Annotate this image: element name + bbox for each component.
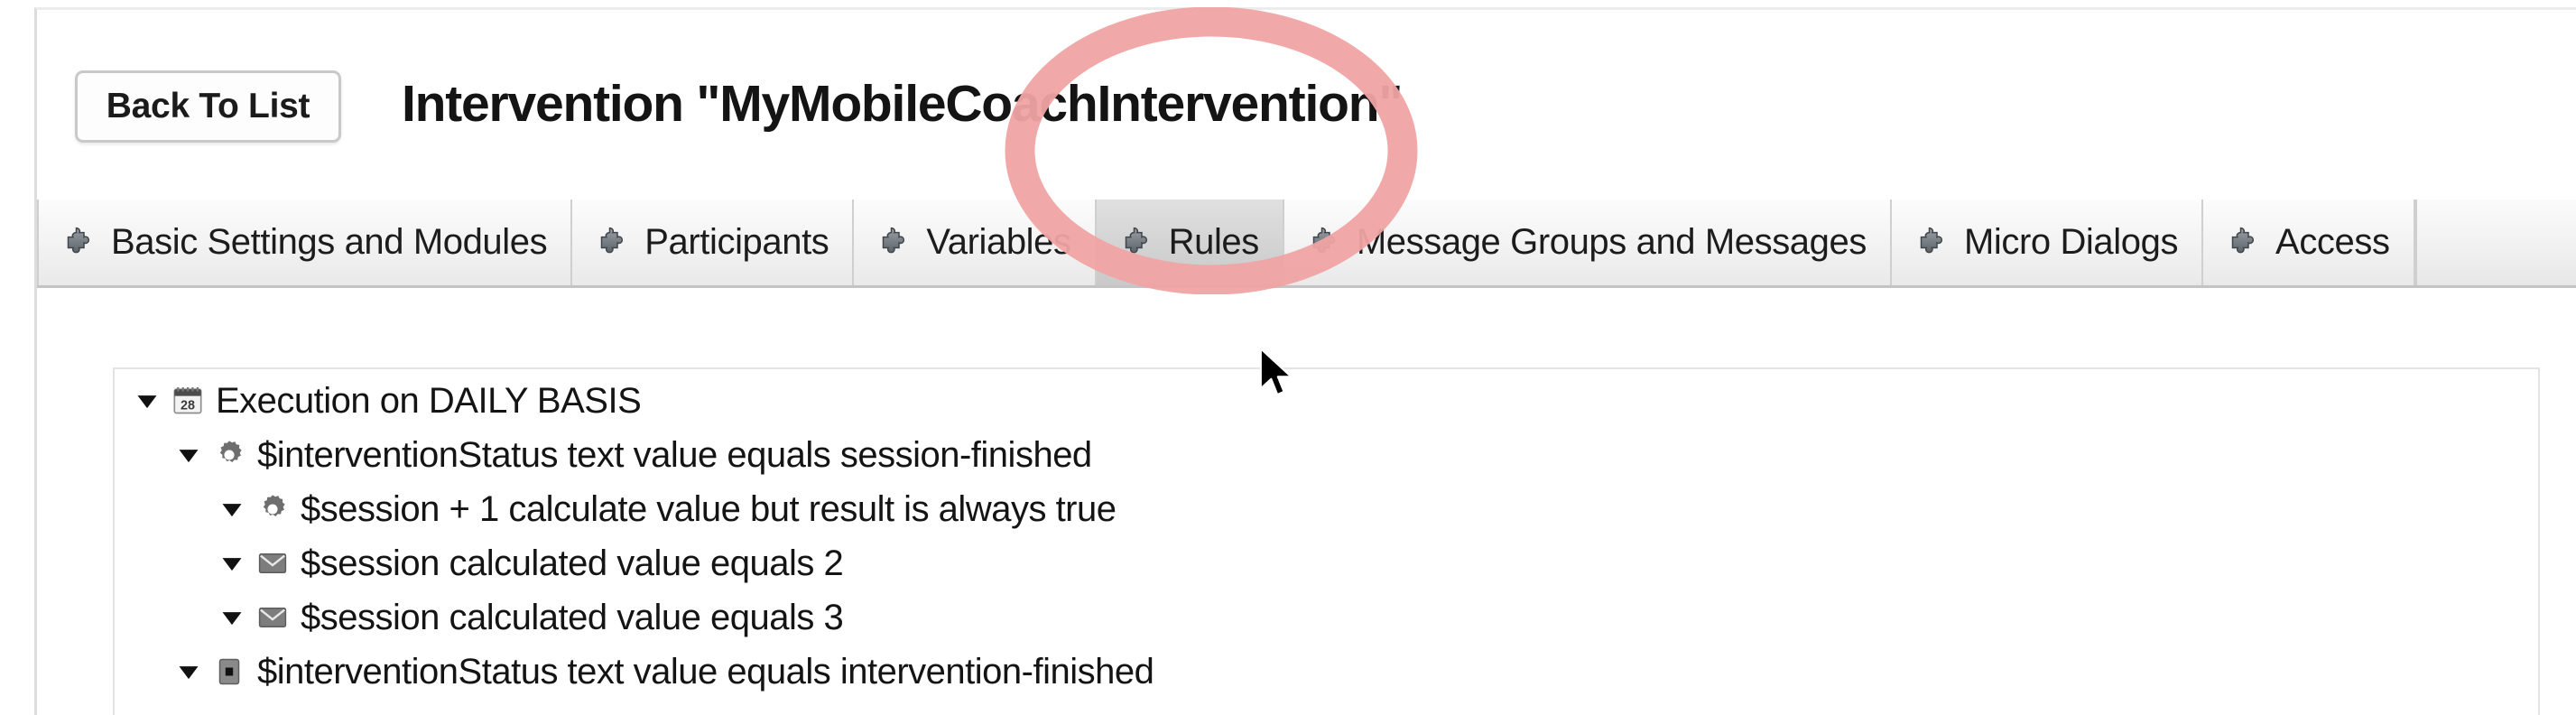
triangle-down-icon[interactable] xyxy=(219,497,245,522)
tree-row[interactable]: 28 Execution on DAILY BASIS xyxy=(115,374,2538,428)
rules-content-panel: 28 Execution on DAILY BASIS $interventionS… xyxy=(37,291,2576,715)
tree-row[interactable]: $interventionStatus text value equals in… xyxy=(115,645,2538,699)
tab-basic-settings-and-modules[interactable]: Basic Settings and Modules xyxy=(37,200,573,285)
page-title: Intervention "MyMobileCoachIntervention" xyxy=(402,75,1403,133)
triangle-down-icon[interactable] xyxy=(134,388,160,413)
tab-strip: Basic Settings and Modules Participants Va… xyxy=(37,200,2576,288)
tree-row-label: Execution on DAILY BASIS xyxy=(216,381,642,421)
back-to-list-button[interactable]: Back To List xyxy=(75,70,341,143)
puzzle-piece-icon xyxy=(600,227,624,253)
puzzle-piece-icon xyxy=(883,227,905,253)
tree-row[interactable]: $session + 1 calculate value but result … xyxy=(115,482,2538,536)
puzzle-piece-icon xyxy=(1125,227,1147,253)
tab-label: Participants xyxy=(644,222,829,262)
triangle-down-icon[interactable] xyxy=(176,659,201,684)
gear-icon xyxy=(219,441,242,462)
triangle-down-icon[interactable] xyxy=(219,605,245,630)
page-header: Back To List Intervention "MyMobileCoach… xyxy=(37,10,2576,200)
triangle-down-icon[interactable] xyxy=(219,551,245,576)
tab-label: Access xyxy=(2275,222,2390,262)
tab-label: Rules xyxy=(1168,222,1260,262)
puzzle-piece-icon xyxy=(67,227,90,253)
triangle-down-icon[interactable] xyxy=(176,442,201,468)
tab-label: Micro Dialogs xyxy=(1963,222,2179,262)
tab-label: Basic Settings and Modules xyxy=(111,222,548,262)
envelope-icon xyxy=(258,553,287,573)
puzzle-piece-icon xyxy=(1312,227,1335,253)
screenshot-root: Back To List Intervention "MyMobileCoach… xyxy=(0,0,2576,715)
puzzle-piece-icon xyxy=(1920,227,1943,253)
tab-strip-filler xyxy=(2414,200,2576,285)
calendar-icon: 28 xyxy=(173,387,202,414)
gear-icon xyxy=(263,495,285,516)
tab-micro-dialogs[interactable]: Micro Dialogs xyxy=(1891,200,2204,285)
tree-row[interactable]: $session calculated value equals 2 xyxy=(115,536,2538,590)
tree-row-label: $session calculated value equals 2 xyxy=(301,543,844,583)
tab-variables[interactable]: Variables xyxy=(854,200,1097,285)
app-frame: Back To List Intervention "MyMobileCoach… xyxy=(34,7,2576,715)
tree-row-label: $session calculated value equals 3 xyxy=(301,598,844,637)
tree-row-label: $interventionStatus text value equals in… xyxy=(257,652,1154,692)
tab-label: Variables xyxy=(926,222,1071,262)
tree-row-label: $interventionStatus text value equals se… xyxy=(257,435,1092,475)
tree-row[interactable]: $interventionStatus text value equals se… xyxy=(115,428,2538,482)
rules-tree: 28 Execution on DAILY BASIS $interventionS… xyxy=(113,367,2540,715)
tab-participants[interactable]: Participants xyxy=(572,200,855,285)
tab-label: Message Groups and Messages xyxy=(1356,222,1867,262)
tab-message-groups-and-messages[interactable]: Message Groups and Messages xyxy=(1283,200,1892,285)
envelope-icon xyxy=(258,608,287,627)
puzzle-piece-icon xyxy=(2231,227,2255,253)
svg-text:28: 28 xyxy=(181,398,195,413)
tree-row[interactable]: $session calculated value equals 3 xyxy=(115,590,2538,645)
tree-row-label: $session + 1 calculate value but result … xyxy=(301,489,1117,529)
tab-access[interactable]: Access xyxy=(2203,200,2415,285)
stop-square-icon xyxy=(218,658,240,685)
tab-rules[interactable]: Rules xyxy=(1096,200,1284,285)
